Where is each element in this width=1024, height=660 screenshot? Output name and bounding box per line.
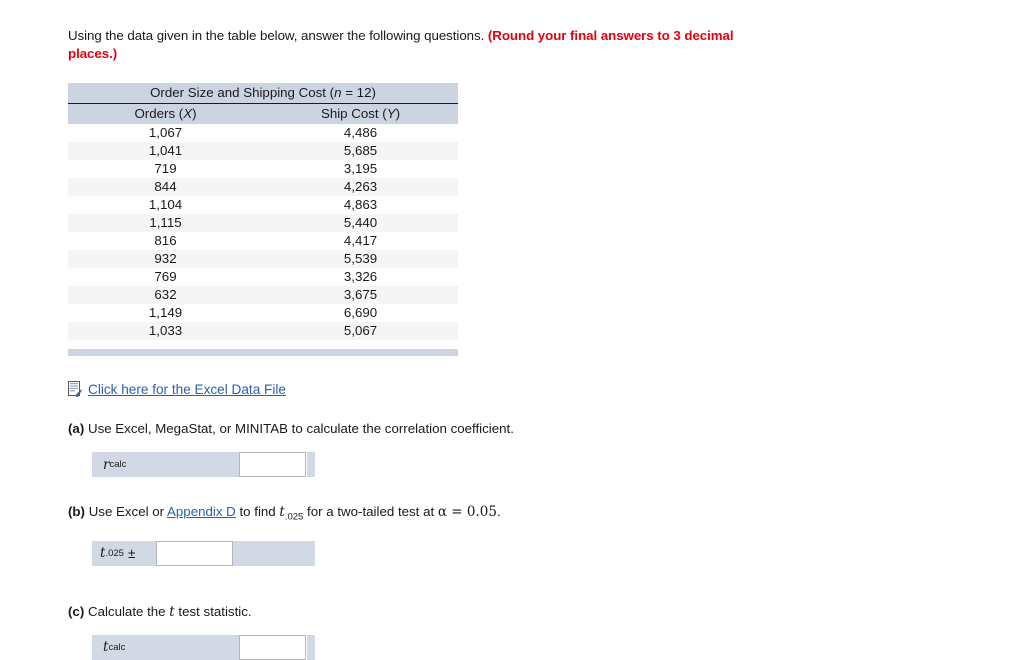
table-column-header-row: Orders (X) Ship Cost (Y) <box>68 103 458 124</box>
part-b-text-tail: for a two-tailed test at <box>303 504 438 519</box>
order-size-shipping-cost-table: Order Size and Shipping Cost (n = 12) Or… <box>68 83 458 340</box>
table-title-n-value: = 12) <box>341 85 376 100</box>
question-part-b: (b) Use Excel or Appendix D to find t.02… <box>68 503 1008 527</box>
part-c-tag: (c) <box>68 603 85 619</box>
cell-ship-cost: 5,067 <box>263 322 458 340</box>
cell-orders: 816 <box>68 232 263 250</box>
question-part-a: (a) Use Excel, MegaStat, or MINITAB to c… <box>68 420 1008 438</box>
r-calc-input[interactable] <box>239 452 307 477</box>
table-row: 1,149 6,690 <box>68 304 458 322</box>
answer-plus-minus-sign: ± <box>127 545 136 561</box>
column-header-orders-label: Orders ( <box>134 106 184 121</box>
excel-data-file-row[interactable]: Click here for the Excel Data File <box>68 381 1008 397</box>
cell-ship-cost: 4,263 <box>263 178 458 196</box>
part-b-period: . <box>496 504 501 519</box>
part-c-text-before: Calculate the <box>87 603 170 619</box>
cell-orders: 932 <box>68 250 263 268</box>
cell-orders: 1,041 <box>68 142 263 160</box>
cell-orders: 719 <box>68 160 263 178</box>
column-header-orders: Orders (X) <box>68 103 263 124</box>
part-c-text-after: test statistic. <box>174 603 252 619</box>
cell-ship-cost: 4,863 <box>263 196 458 214</box>
appendix-d-link[interactable]: Appendix D <box>167 504 236 519</box>
cell-orders: 1,104 <box>68 196 263 214</box>
cell-orders: 1,067 <box>68 124 263 142</box>
column-header-orders-close: ) <box>192 106 197 121</box>
cell-orders: 844 <box>68 178 263 196</box>
column-header-ship-cost-close: ) <box>395 106 401 121</box>
part-b-text-after-link: to find <box>235 504 280 519</box>
cell-ship-cost: 6,690 <box>263 304 458 322</box>
table-row: 1,104 4,863 <box>68 196 458 214</box>
cell-ship-cost: 5,685 <box>263 142 458 160</box>
data-table-wrapper: Order Size and Shipping Cost (n = 12) Or… <box>68 83 458 356</box>
t-025-input[interactable] <box>156 540 233 566</box>
table-footer-bar <box>68 349 458 356</box>
column-header-ship-cost: Ship Cost (Y) <box>263 103 458 124</box>
answer-label-t-025: t .025 ± <box>92 540 156 566</box>
answer-label-r-calc: r calc <box>92 452 240 477</box>
answer-subscript-calc: calc <box>108 641 126 653</box>
column-header-ship-cost-var: Y <box>386 106 396 121</box>
cell-orders: 769 <box>68 268 263 286</box>
part-b-tag: (b) <box>68 504 85 519</box>
table-body: 1,067 4,486 1,041 5,685 719 3,195 844 4,263 … <box>68 124 458 340</box>
part-b-text-before-link: Use Excel or <box>88 504 168 519</box>
table-row: 1,033 5,067 <box>68 322 458 340</box>
question-prompt: Using the data given in the table below,… <box>68 27 758 63</box>
table-title-row: Order Size and Shipping Cost (n = 12) <box>68 83 458 104</box>
answer-label-t-calc: t calc <box>92 634 240 660</box>
answer-row-c-right-strip <box>307 634 315 660</box>
table-row: 632 3,675 <box>68 286 458 304</box>
cell-orders: 632 <box>68 286 263 304</box>
table-row: 1,115 5,440 <box>68 214 458 232</box>
excel-file-icon <box>68 381 82 397</box>
part-b-t-subscript: .025 <box>284 511 304 523</box>
cell-ship-cost: 5,539 <box>263 250 458 268</box>
cell-ship-cost: 5,440 <box>263 214 458 232</box>
answer-row-c: t calc <box>92 634 315 660</box>
cell-orders: 1,115 <box>68 214 263 232</box>
cell-ship-cost: 3,195 <box>263 160 458 178</box>
table-row: 932 5,539 <box>68 250 458 268</box>
column-header-ship-cost-label: Ship Cost ( <box>320 106 387 121</box>
answer-row-a-right-strip <box>307 452 315 477</box>
t-calc-input[interactable] <box>239 634 307 660</box>
excel-data-file-link[interactable]: Click here for the Excel Data File <box>88 382 286 397</box>
answer-row-a: r calc <box>92 452 315 477</box>
table-row: 844 4,263 <box>68 178 458 196</box>
table-row: 769 3,326 <box>68 268 458 286</box>
answer-subscript-calc: calc <box>109 459 127 470</box>
prompt-main-text: Using the data given in the table below,… <box>68 28 485 43</box>
part-b-alpha-expression: α = 0.05 <box>437 504 497 520</box>
column-header-orders-var: X <box>183 106 193 121</box>
answer-subscript-025: .025 <box>105 547 124 559</box>
table-title-cell: Order Size and Shipping Cost (n = 12) <box>68 83 458 104</box>
cell-ship-cost: 4,486 <box>263 124 458 142</box>
answer-row-b: t .025 ± <box>92 540 315 566</box>
cell-ship-cost: 3,675 <box>263 286 458 304</box>
table-row: 816 4,417 <box>68 232 458 250</box>
table-row: 719 3,195 <box>68 160 458 178</box>
table-title-n-var: n <box>334 85 342 100</box>
table-row: 1,067 4,486 <box>68 124 458 142</box>
answer-row-b-right-fill <box>233 540 315 566</box>
cell-orders: 1,149 <box>68 304 263 322</box>
table-row: 1,041 5,685 <box>68 142 458 160</box>
part-a-text: Use Excel, MegaStat, or MINITAB to calcu… <box>87 421 514 436</box>
table-title-text: Order Size and Shipping Cost ( <box>150 85 335 100</box>
part-a-tag: (a) <box>68 421 85 436</box>
cell-ship-cost: 4,417 <box>263 232 458 250</box>
cell-orders: 1,033 <box>68 322 263 340</box>
question-part-c: (c) Calculate the t test statistic. <box>68 603 1008 621</box>
worksheet-page: Using the data given in the table below,… <box>68 0 1008 660</box>
cell-ship-cost: 3,326 <box>263 268 458 286</box>
